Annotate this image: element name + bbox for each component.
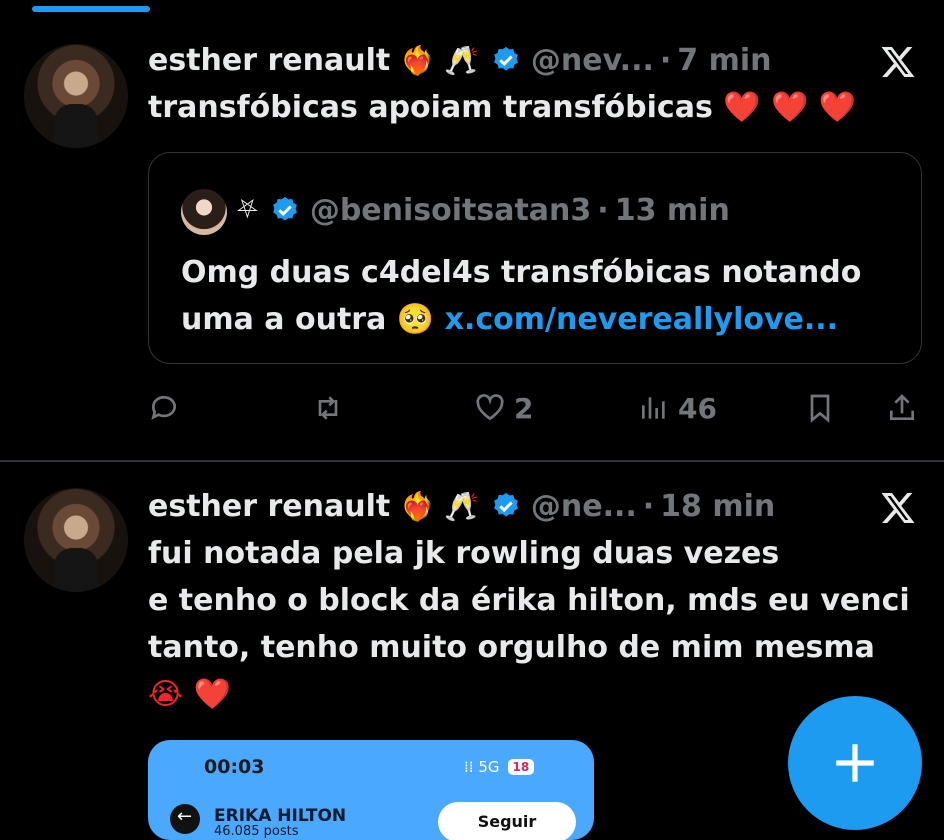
tweet-text-emojis: ❤️ ❤️ ❤️: [723, 90, 857, 125]
media-battery: 18: [507, 759, 535, 775]
bookmark-icon: [810, 394, 830, 423]
share-icon: [890, 394, 914, 420]
x-logo-icon: [881, 47, 915, 77]
avatar[interactable]: [24, 44, 128, 148]
quote-text-line2-row: uma a outra 🥺 x.com/nevereallylove...: [181, 296, 901, 343]
quote-link[interactable]: x.com/nevereallylove...: [445, 302, 838, 337]
views-icon: [642, 397, 665, 419]
like-button[interactable]: 2: [474, 386, 533, 430]
media-profile-name: ERIKA HILTON: [214, 806, 347, 826]
tweet-text-line1: fui notada pela jk rowling duas vezes: [148, 536, 780, 571]
author-name[interactable]: esther renault: [148, 43, 390, 78]
quoted-tweet[interactable]: ⛧ @benisoitsatan3 · 13 min Omg duas c4de…: [148, 152, 922, 364]
back-arrow-icon: [170, 804, 200, 834]
tweet-time[interactable]: 18 min: [660, 489, 775, 524]
tweet-text-line2: e tenho o block da érika hilton, mds eu …: [148, 583, 910, 618]
views-count: 46: [678, 391, 717, 425]
retweet-button[interactable]: [312, 386, 344, 430]
media-status-time: 00:03: [204, 756, 265, 778]
avatar[interactable]: [24, 488, 128, 592]
tweet-text-emojis: 😭 ❤️: [148, 677, 231, 712]
x-logo-icon: [881, 493, 915, 523]
views-button[interactable]: 46: [638, 386, 717, 430]
tweet-media-image[interactable]: 00:03 ⁞⁞ 5G 18 ERIKA HILTON 46.085 posts…: [148, 740, 594, 840]
tweet-text-line3: tanto, tenho muito orgulho de mim mesma: [148, 630, 875, 665]
tweet-actions: 2 46: [148, 386, 922, 430]
quote-time: 13 min: [614, 192, 730, 228]
author-emojis: ❤️‍🔥 🥂: [400, 43, 479, 77]
tweet-divider: [0, 460, 944, 462]
separator-dot: ·: [597, 192, 609, 228]
verified-badge-icon: [493, 46, 518, 71]
author-handle[interactable]: @nev...: [531, 43, 654, 78]
reply-icon: [151, 395, 176, 420]
author-emojis: ❤️‍🔥 🥂: [400, 489, 479, 523]
verified-badge-icon: [272, 196, 297, 221]
author-name[interactable]: esther renault: [148, 489, 390, 524]
media-network: 5G: [478, 758, 500, 776]
media-profile-posts: 46.085 posts: [214, 824, 299, 839]
tweet-header: esther renault ❤️‍🔥 🥂 @ne... · 18 min: [148, 486, 775, 526]
tab-indicator: [32, 6, 150, 12]
media-status-network: ⁞⁞ 5G 18: [464, 758, 535, 776]
retweet-icon: [318, 396, 338, 420]
quote-header: ⛧ @benisoitsatan3 · 13 min: [237, 189, 730, 231]
share-button[interactable]: [886, 386, 918, 430]
media-follow-button: Seguir: [438, 802, 576, 840]
signal-icon: ⁞⁞: [464, 758, 474, 776]
quote-avatar[interactable]: [181, 189, 227, 235]
author-handle[interactable]: @ne...: [531, 489, 637, 524]
tweet-text: fui notada pela jk rowling duas vezes e …: [148, 530, 910, 718]
quote-text-line1: Omg duas c4del4s transfóbicas notando: [181, 255, 862, 290]
verified-badge-icon: [493, 492, 518, 517]
tweet-header: esther renault ❤️‍🔥 🥂 @nev... · 7 min: [148, 40, 772, 80]
tweet-time[interactable]: 7 min: [677, 43, 771, 78]
bookmark-button[interactable]: [804, 386, 836, 430]
quote-author-symbol: ⛧: [237, 194, 258, 225]
compose-plus-icon: [836, 744, 874, 782]
tweet-text: transfóbicas apoiam transfóbicas ❤️ ❤️ ❤…: [148, 84, 856, 131]
separator-dot: ·: [642, 488, 655, 524]
reply-button[interactable]: [148, 386, 180, 430]
like-count: 2: [514, 391, 534, 425]
quote-handle[interactable]: @benisoitsatan3: [310, 193, 591, 228]
compose-button[interactable]: [788, 696, 922, 830]
separator-dot: ·: [659, 42, 672, 78]
quote-text-emoji: 🥺: [396, 302, 435, 337]
quote-text: Omg duas c4del4s transfóbicas notando um…: [181, 249, 901, 343]
tweet-text-body: transfóbicas apoiam transfóbicas: [148, 90, 713, 125]
quote-text-line2: uma a outra: [181, 302, 387, 337]
like-icon: [476, 394, 504, 421]
